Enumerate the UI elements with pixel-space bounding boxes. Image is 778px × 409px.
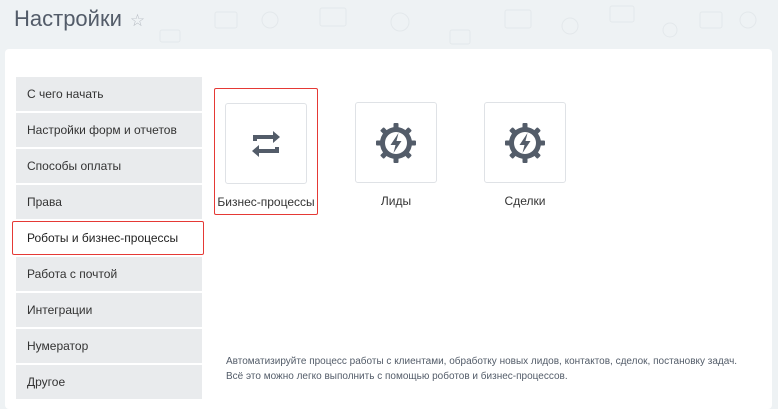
menu-item-permissions[interactable]: Права [16,185,202,219]
menu-item-other[interactable]: Другое [16,365,202,399]
tile-icon-box [484,102,566,183]
menu-item-getting-started[interactable]: С чего начать [16,77,202,111]
robot-gear-icon [376,122,416,163]
tile-deals[interactable]: Сделки [473,88,577,215]
star-icon[interactable]: ☆ [130,12,145,29]
menu-item-integrations[interactable]: Интеграции [16,293,202,327]
menu-item-mail[interactable]: Работа с почтой [16,257,202,291]
tile-label: Сделки [504,194,546,208]
page-title-text: Настройки [14,6,122,31]
business-process-icon [252,130,280,157]
tile-business-processes[interactable]: Бизнес-процессы [214,88,318,215]
tile-label: Лиды [380,194,412,208]
menu-item-forms-reports[interactable]: Настройки форм и отчетов [16,113,202,147]
robot-gear-icon [505,122,545,163]
tile-leads[interactable]: Лиды [344,88,448,215]
menu-item-payment-methods[interactable]: Способы оплаты [16,149,202,183]
tile-label: Бизнес-процессы [217,195,315,209]
menu-item-numerator[interactable]: Нумератор [16,329,202,363]
page-title: Настройки ☆ [14,6,145,32]
tile-icon-box [225,103,307,184]
menu-item-robots-business-processes[interactable]: Роботы и бизнес-процессы [12,221,204,255]
tile-icon-box [355,102,437,183]
description-text: Автоматизируйте процесс работы с клиента… [226,356,738,382]
settings-menu: С чего начать Настройки форм и отчетов С… [12,77,204,399]
